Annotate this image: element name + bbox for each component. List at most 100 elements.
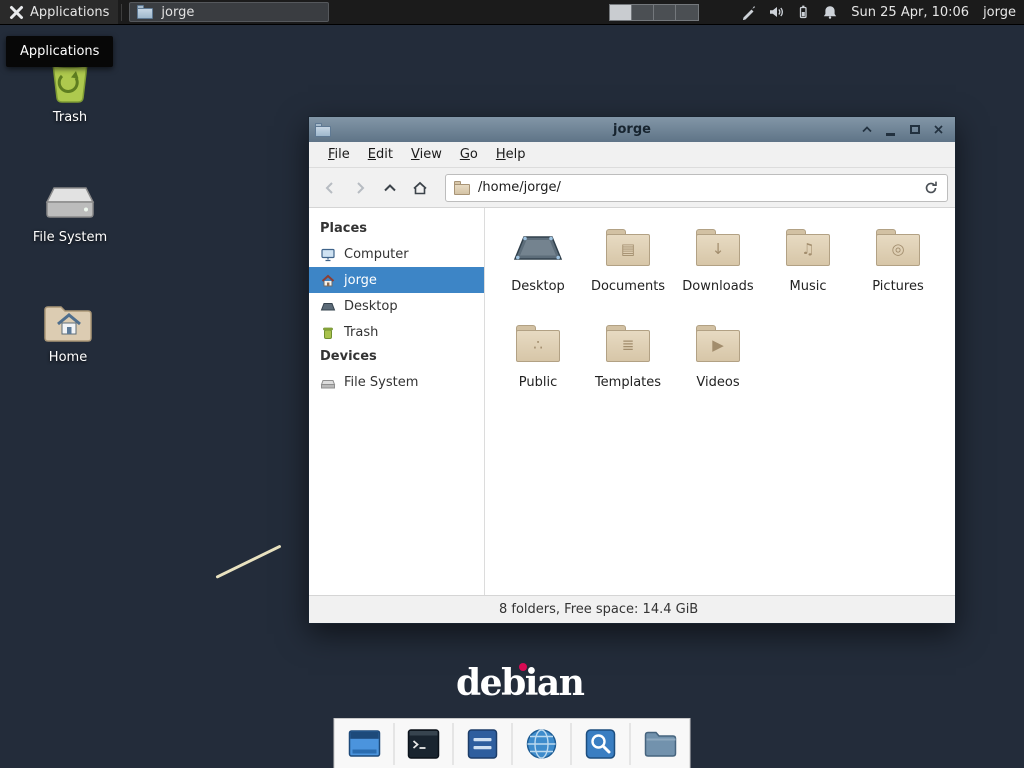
menu-go[interactable]: Go (451, 143, 487, 166)
battery-icon[interactable] (795, 4, 811, 20)
desktop-icon-file-system[interactable]: File System (22, 172, 118, 245)
dock-separator (630, 723, 631, 765)
dock-terminal-button[interactable] (403, 723, 445, 765)
sidebar-item-label: jorge (344, 273, 377, 288)
sidebar-item-computer[interactable]: Computer (309, 241, 484, 267)
file-pictures[interactable]: ◎ Pictures (853, 222, 943, 318)
desktop-icon-label: Trash (22, 110, 118, 125)
sidebar-header-places: Places (309, 217, 484, 241)
folder-icon: ↓ (693, 228, 743, 268)
debian-logo: debian (456, 662, 583, 704)
taskbar-window-button[interactable]: jorge (129, 2, 329, 22)
desktop-icon (320, 299, 336, 314)
dock-separator (571, 723, 572, 765)
folder-icon: ▤ (603, 228, 653, 268)
file-downloads[interactable]: ↓ Downloads (673, 222, 763, 318)
dock-app-finder-button[interactable] (580, 723, 622, 765)
sidebar-item-jorge[interactable]: jorge (309, 267, 484, 293)
location-folder-icon (454, 181, 471, 195)
maximize-icon (910, 125, 920, 134)
maximize-button[interactable] (904, 120, 925, 139)
forward-button[interactable] (346, 174, 373, 201)
dock-separator (512, 723, 513, 765)
folder-icon: ∴ (513, 324, 563, 364)
status-text: 8 folders, Free space: 14.4 GiB (499, 602, 698, 617)
folder-icon (642, 726, 678, 762)
folder-icon: ◎ (873, 228, 923, 268)
file-desktop[interactable]: Desktop (493, 222, 583, 318)
sidebar-item-desktop[interactable]: Desktop (309, 293, 484, 319)
file-public[interactable]: ∴ Public (493, 318, 583, 414)
file-documents[interactable]: ▤ Documents (583, 222, 673, 318)
file-label: Videos (696, 375, 739, 390)
camera-emblem: ◎ (873, 242, 923, 257)
terminal-icon (406, 726, 442, 762)
magnifier-icon (583, 726, 619, 762)
desktop-icon-home[interactable]: Home (20, 292, 116, 365)
minimize-button[interactable] (880, 120, 901, 139)
dock-folder-button[interactable] (639, 723, 681, 765)
music-emblem: ♫ (783, 242, 833, 257)
menu-view[interactable]: View (402, 143, 451, 166)
mouse-cursor (215, 545, 281, 579)
file-templates[interactable]: ≣ Templates (583, 318, 673, 414)
menu-help[interactable]: Help (487, 143, 535, 166)
workspace-1[interactable] (610, 5, 632, 20)
home-folder-icon (42, 302, 94, 344)
location-bar[interactable]: /home/jorge/ (445, 174, 948, 202)
notifications-bell-icon[interactable] (822, 4, 838, 20)
file-label: Pictures (872, 279, 923, 294)
folder-icon (137, 5, 154, 19)
desktop: Applications jorge (0, 0, 1024, 768)
chevron-right-icon (352, 180, 368, 196)
shade-button[interactable] (856, 120, 877, 139)
top-panel: Applications jorge (0, 0, 1024, 25)
sidebar-item-trash[interactable]: Trash (309, 319, 484, 345)
debian-swirl-icon (519, 663, 527, 671)
close-button[interactable] (928, 120, 949, 139)
dock-separator (453, 723, 454, 765)
video-emblem: ▶ (693, 338, 743, 353)
sidebar: Places Computer jorge (309, 208, 485, 595)
clock[interactable]: Sun 25 Apr, 10:06 (851, 5, 969, 20)
sidebar-item-label: Trash (344, 325, 378, 340)
back-button[interactable] (316, 174, 343, 201)
dock-file-list-button[interactable] (462, 723, 504, 765)
computer-icon (320, 247, 336, 262)
up-button[interactable] (376, 174, 403, 201)
menu-edit[interactable]: Edit (359, 143, 402, 166)
workspace-3[interactable] (654, 5, 676, 20)
file-list-icon (465, 726, 501, 762)
home-button[interactable] (406, 174, 433, 201)
template-emblem: ≣ (603, 338, 653, 353)
input-device-icon[interactable] (741, 4, 757, 20)
folder-icon: ≣ (603, 324, 653, 364)
dock-show-desktop-button[interactable] (344, 723, 386, 765)
folder-icon: ♫ (783, 228, 833, 268)
sidebar-item-label: Desktop (344, 299, 398, 314)
file-music[interactable]: ♫ Music (763, 222, 853, 318)
workspace-pager[interactable] (609, 4, 699, 21)
workspace-2[interactable] (632, 5, 654, 20)
volume-icon[interactable] (768, 4, 784, 20)
window-titlebar[interactable]: jorge (309, 117, 955, 142)
dock-web-browser-button[interactable] (521, 723, 563, 765)
toolbar: /home/jorge/ (309, 168, 955, 208)
menu-file[interactable]: File (319, 143, 359, 166)
file-grid: Desktop ▤ Documents ↓ Downloads (485, 208, 955, 595)
sidebar-item-file-system[interactable]: File System (309, 369, 484, 395)
file-label: Desktop (511, 279, 565, 294)
location-path[interactable]: /home/jorge/ (478, 180, 561, 195)
reload-icon[interactable] (923, 180, 939, 196)
file-videos[interactable]: ▶ Videos (673, 318, 763, 414)
tooltip-text: Applications (20, 44, 99, 59)
drive-icon (45, 182, 95, 224)
applications-button[interactable]: Applications (0, 0, 118, 24)
chevron-left-icon (322, 180, 338, 196)
file-label: Templates (595, 375, 661, 390)
workspace-4[interactable] (676, 5, 698, 20)
user-desktop-icon (513, 229, 563, 267)
applications-menu-icon (9, 5, 24, 20)
desktop-icon-label: File System (22, 230, 118, 245)
file-label: Music (790, 279, 827, 294)
